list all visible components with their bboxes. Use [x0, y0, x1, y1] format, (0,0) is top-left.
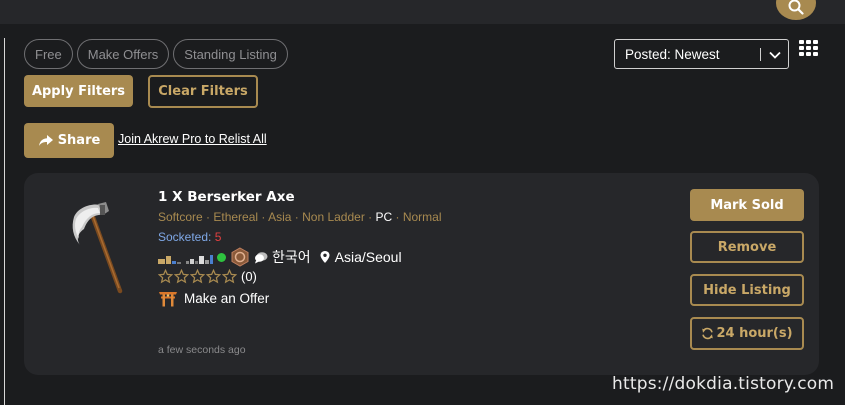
search-button[interactable] [776, 0, 816, 20]
seller-location: Asia/Seoul [334, 249, 402, 265]
attr-realm: Ethereal [213, 210, 259, 224]
attr-separator: · [291, 210, 303, 224]
offer-row: Make an Offer [158, 290, 269, 307]
seller-name-obscured[interactable] [158, 250, 213, 264]
hide-listing-button[interactable]: Hide Listing [690, 274, 804, 306]
torii-gate-icon [159, 292, 177, 307]
rating-count: (0) [241, 269, 257, 284]
listing-title[interactable]: 1 X Berserker Axe [158, 189, 295, 205]
watermark-text: https://dokdia.tistory.com [612, 374, 835, 394]
renew-button-label: 24 hour(s) [716, 326, 793, 341]
listing-attributes: Softcore · Ethereal · Asia · Non Ladder … [158, 210, 442, 224]
page: Free Make Offers Standing Listing Posted… [0, 0, 845, 405]
seller-row: 한국어 Asia/Seoul [158, 246, 402, 268]
sockets-info: Socketed: 5 [158, 230, 221, 244]
relist-all-link[interactable]: Join Akrew Pro to Relist All [118, 132, 267, 146]
refresh-icon [702, 327, 714, 340]
apply-filters-button[interactable]: Apply Filters [24, 75, 133, 107]
rank-badge-icon [231, 247, 249, 267]
attr-separator: · [202, 210, 214, 224]
offer-label: Make an Offer [184, 291, 270, 306]
attr-separator: · [392, 210, 403, 224]
star-outline-icon [174, 269, 189, 284]
rating-row: (0) [158, 269, 257, 284]
attr-separator: · [258, 210, 269, 224]
star-outline-icon [158, 269, 173, 284]
posted-timestamp: a few seconds ago [158, 344, 246, 356]
remove-button[interactable]: Remove [690, 231, 804, 263]
top-bar [0, 0, 845, 24]
listing-card: 1 X Berserker Axe Softcore · Ethereal · … [24, 173, 819, 375]
sort-select[interactable]: Posted: Newest [614, 39, 789, 69]
star-outline-icon [206, 269, 221, 284]
star-outline-icon [222, 269, 237, 284]
attr-difficulty: Normal [402, 210, 442, 224]
seller-language: 한국어 [272, 249, 311, 265]
star-outline-icon [190, 269, 205, 284]
share-button[interactable]: Share [24, 123, 114, 158]
chip-free[interactable]: Free [24, 39, 73, 69]
left-divider [4, 38, 5, 405]
berserker-axe-image [72, 202, 123, 294]
clear-filters-button[interactable]: Clear Filters [148, 75, 258, 108]
share-icon [38, 135, 53, 146]
share-button-label: Share [57, 133, 101, 148]
grid-view-icon[interactable] [799, 40, 819, 57]
location-pin-icon [320, 251, 330, 263]
attr-platform: PC [375, 210, 393, 224]
chip-standing-listing[interactable]: Standing Listing [173, 39, 288, 69]
sockets-value: 5 [214, 230, 222, 244]
search-icon [788, 0, 804, 15]
sort-select-value: Posted: Newest [625, 46, 720, 62]
attr-ladder: Non Ladder [302, 210, 365, 224]
chevron-down-icon [769, 51, 781, 59]
chip-make-offers[interactable]: Make Offers [76, 39, 170, 69]
attr-mode: Softcore [158, 210, 203, 224]
online-status-dot [217, 252, 226, 262]
rating-stars [158, 269, 237, 284]
mark-sold-button[interactable]: Mark Sold [690, 189, 804, 221]
attr-separator: · [364, 210, 376, 224]
attr-region: Asia [268, 210, 292, 224]
filter-chips: Free Make Offers Standing Listing [24, 39, 288, 69]
chat-icon [255, 251, 268, 263]
sockets-label: Socketed: [158, 230, 212, 244]
renew-listing-button[interactable]: 24 hour(s) [690, 317, 804, 350]
sort-select-divider [760, 48, 761, 61]
